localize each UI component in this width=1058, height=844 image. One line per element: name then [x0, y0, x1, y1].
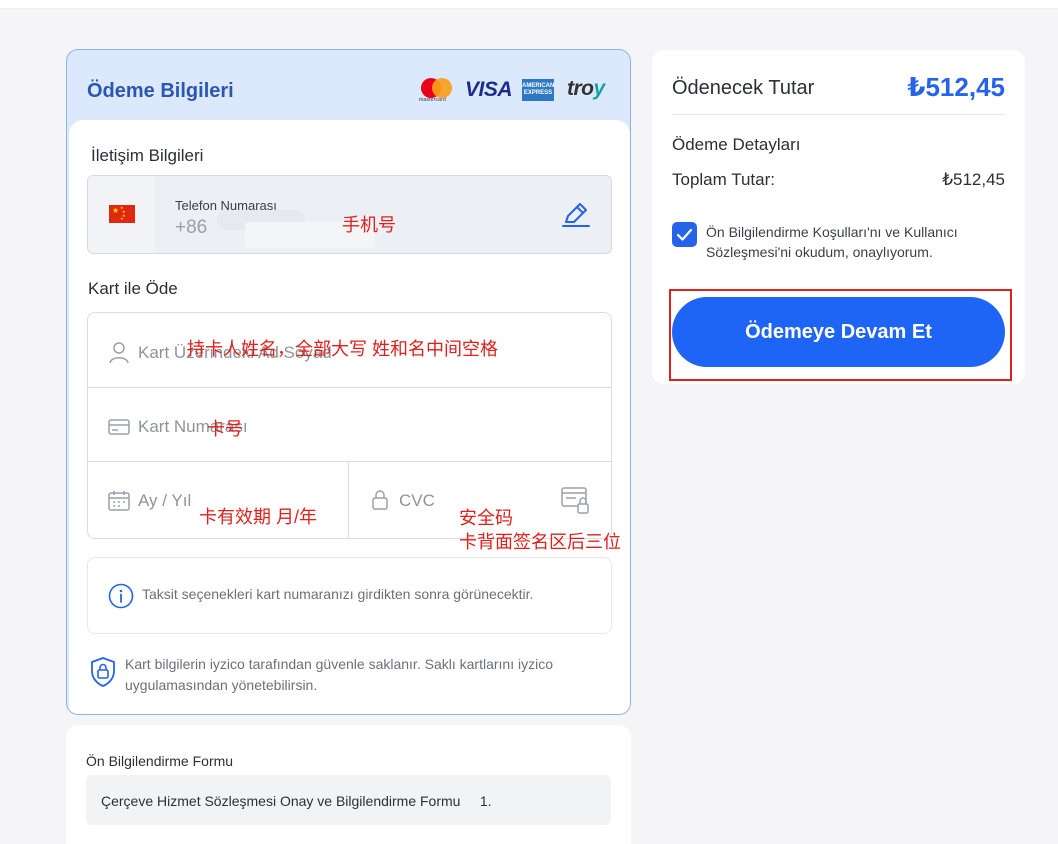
annotation-name: 持卡人姓名，全部大写 姓和名中间空格 — [187, 339, 498, 359]
terms-checkbox[interactable] — [672, 222, 697, 247]
card-cvc-placeholder: CVC — [399, 491, 435, 510]
payment-card: Ödeme Bilgileri mastercard VISA AMERICAN… — [66, 49, 631, 715]
china-flag-icon: ★ ★ ★ ★ ★ — [109, 205, 135, 223]
card-section-title: Kart ile Öde — [88, 279, 178, 298]
divider — [672, 114, 1005, 115]
annotation-expiry: 卡有效期 月/年 — [199, 507, 318, 527]
continue-payment-button[interactable]: Ödemeye Devam Et — [672, 297, 1005, 367]
top-bar — [0, 0, 1058, 9]
shield-lock-icon — [89, 656, 117, 693]
info-icon — [108, 583, 134, 614]
preinfo-title: Ön Bilgilendirme Formu — [86, 753, 234, 769]
divider — [348, 461, 349, 538]
installment-info-box: Taksit seçenekleri kart numaranızı girdi… — [87, 557, 612, 634]
lock-icon — [371, 489, 389, 516]
contact-section-title: İletişim Bilgileri — [91, 146, 204, 165]
troy-logo: troy — [567, 77, 605, 100]
annotation-cvc: 安全码 — [459, 508, 513, 528]
terms-text[interactable]: Ön Bilgilendirme Koşulları'nı ve Kullanı… — [706, 222, 1006, 262]
amount-value: ₺512,45 — [907, 72, 1005, 102]
secure-storage-note: Kart bilgilerin iyzico tarafından güvenl… — [125, 656, 553, 693]
amount-label: Ödenecek Tutar — [672, 77, 815, 99]
installment-info-text: Taksit seçenekleri kart numaranızı girdi… — [142, 586, 534, 602]
check-icon — [676, 228, 693, 241]
card-expiry-cvc-row: Ay / Yıl CVC — [88, 461, 611, 538]
country-selector[interactable]: ★ ★ ★ ★ ★ — [88, 176, 155, 253]
payment-details-title: Ödeme Detayları — [672, 135, 801, 154]
payment-title: Ödeme Bilgileri — [87, 80, 234, 102]
edit-pen-icon[interactable] — [561, 202, 591, 233]
preinfo-form-item[interactable]: Çerçeve Hizmet Sözleşmesi Onay ve Bilgil… — [86, 775, 611, 825]
amex-logo: AMERICAN EXPRESS — [522, 79, 554, 101]
payment-form-panel: İletişim Bilgileri ★ ★ ★ ★ ★ Telefon Num… — [69, 120, 630, 714]
card-cvc-help-icon — [560, 486, 592, 521]
card-number-input[interactable]: Kart Numarası — [88, 387, 611, 462]
annotation-number: 卡号 — [207, 419, 243, 439]
annotation-cvc-detail: 卡背面签名区后三位 — [459, 532, 621, 552]
mastercard-logo: mastercard — [419, 78, 453, 104]
total-label: Toplam Tutar: — [672, 170, 775, 189]
user-icon — [108, 341, 130, 370]
card-expiry-placeholder: Ay / Yıl — [138, 491, 192, 510]
preinfo-item-text: Çerçeve Hizmet Sözleşmesi Onay ve Bilgil… — [101, 793, 492, 809]
credit-card-icon — [108, 418, 130, 441]
visa-logo: VISA — [465, 78, 513, 101]
annotation-phone: 手机号 — [342, 215, 396, 235]
calendar-icon — [108, 490, 130, 517]
phone-prefix: +86 — [175, 217, 208, 238]
total-value: ₺512,45 — [942, 170, 1005, 189]
preinfo-form-card: Ön Bilgilendirme Formu Çerçeve Hizmet Sö… — [66, 725, 631, 844]
